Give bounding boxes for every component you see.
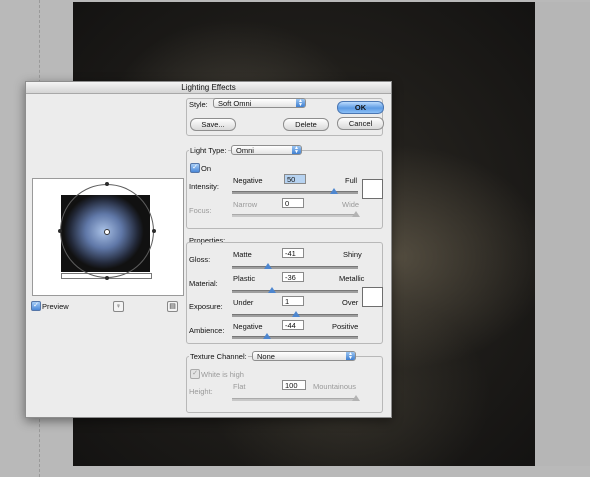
popup-arrows-icon: ▲ ▼ [292, 146, 301, 155]
gloss-label: Gloss: [189, 255, 211, 264]
exposure-field[interactable]: 1 [282, 296, 304, 306]
focus-label: Focus: [189, 206, 212, 215]
style-value: Soft Omni [218, 99, 252, 108]
light-handle-bottom[interactable] [105, 276, 109, 280]
light-handle-right[interactable] [152, 229, 156, 233]
exposure-right-label: Over [342, 298, 359, 307]
height-right-label: Mountainous [313, 382, 356, 391]
height-slider-thumb[interactable] [352, 395, 360, 401]
light-handle-top[interactable] [105, 182, 109, 186]
dialog-title: Lighting Effects [26, 82, 391, 94]
lighting-effects-dialog: Lighting Effects ✓ Preview ♀ ▤ Style: So… [25, 81, 392, 418]
light-type-label: Light Type: [189, 146, 228, 155]
ambience-left-label: Negative [233, 322, 263, 331]
ambience-field[interactable]: -44 [282, 320, 304, 330]
material-slider-thumb[interactable] [268, 287, 276, 293]
intensity-label: Intensity: [189, 182, 220, 191]
ambience-label: Ambience: [189, 326, 225, 335]
focus-left-label: Narrow [233, 200, 258, 209]
light-on-checkbox[interactable]: ✓ [190, 163, 200, 173]
material-field[interactable]: -36 [282, 272, 304, 282]
focus-field[interactable]: 0 [282, 198, 304, 208]
light-bulb-icon[interactable]: ♀ [113, 301, 124, 312]
texture-channel-value: None [257, 352, 275, 361]
exposure-left-label: Under [233, 298, 254, 307]
preview-checkbox[interactable]: ✓ [31, 301, 41, 311]
material-right-label: Metallic [339, 274, 365, 283]
material-label: Material: [189, 279, 218, 288]
focus-slider-thumb[interactable] [352, 211, 360, 217]
gloss-left-label: Matte [233, 250, 252, 259]
height-field[interactable]: 100 [282, 380, 306, 390]
gloss-slider-track[interactable] [232, 266, 358, 269]
material-left-label: Plastic [233, 274, 256, 283]
preview-label: Preview [42, 302, 69, 311]
white-is-high-label: White is high [201, 370, 244, 379]
height-slider-track[interactable] [232, 398, 358, 401]
focus-slider-track[interactable] [232, 214, 358, 217]
ambience-right-label: Positive [332, 322, 359, 331]
delete-button[interactable]: Delete [283, 118, 329, 131]
intensity-right-label: Full [345, 176, 358, 185]
light-type-value: Omni [236, 146, 254, 155]
ambience-slider-track[interactable] [232, 336, 358, 339]
height-label: Height: [189, 387, 213, 396]
white-is-high-checkbox[interactable]: ✓ [190, 369, 200, 379]
popup-arrows-icon: ▲ ▼ [296, 99, 305, 108]
light-color-swatch[interactable] [362, 179, 383, 199]
style-label: Style: [189, 100, 208, 109]
light-center-handle[interactable] [104, 229, 110, 235]
gloss-right-label: Shiny [343, 250, 362, 259]
exposure-slider-thumb[interactable] [292, 311, 300, 317]
cancel-button[interactable]: Cancel [337, 117, 384, 130]
intensity-field[interactable]: 50 [284, 174, 306, 184]
intensity-slider-track[interactable] [232, 191, 358, 194]
intensity-slider-thumb[interactable] [330, 188, 338, 194]
light-handle-left[interactable] [58, 229, 62, 233]
focus-right-label: Wide [342, 200, 360, 209]
save-button[interactable]: Save... [190, 118, 236, 131]
style-popup[interactable]: Soft Omni ▲ ▼ [213, 98, 306, 108]
workspace-background [535, 2, 590, 466]
gloss-slider-thumb[interactable] [264, 263, 272, 269]
texture-channel-popup[interactable]: None ▲ ▼ [252, 351, 356, 361]
preview-area[interactable] [32, 178, 184, 296]
ambience-slider-thumb[interactable] [263, 333, 271, 339]
popup-arrows-icon: ▲ ▼ [346, 352, 355, 361]
texture-channel-label: Texture Channel: [189, 352, 248, 361]
gloss-field[interactable]: -41 [282, 248, 304, 258]
ok-button[interactable]: OK [337, 101, 384, 114]
trash-icon[interactable]: ▤ [167, 301, 178, 312]
intensity-left-label: Negative [233, 176, 263, 185]
ambient-color-swatch[interactable] [362, 287, 383, 307]
height-left-label: Flat [233, 382, 246, 391]
light-type-popup[interactable]: Omni ▲ ▼ [231, 145, 302, 155]
exposure-label: Exposure: [189, 302, 223, 311]
material-slider-track[interactable] [232, 290, 358, 293]
light-on-label: On [201, 164, 212, 173]
